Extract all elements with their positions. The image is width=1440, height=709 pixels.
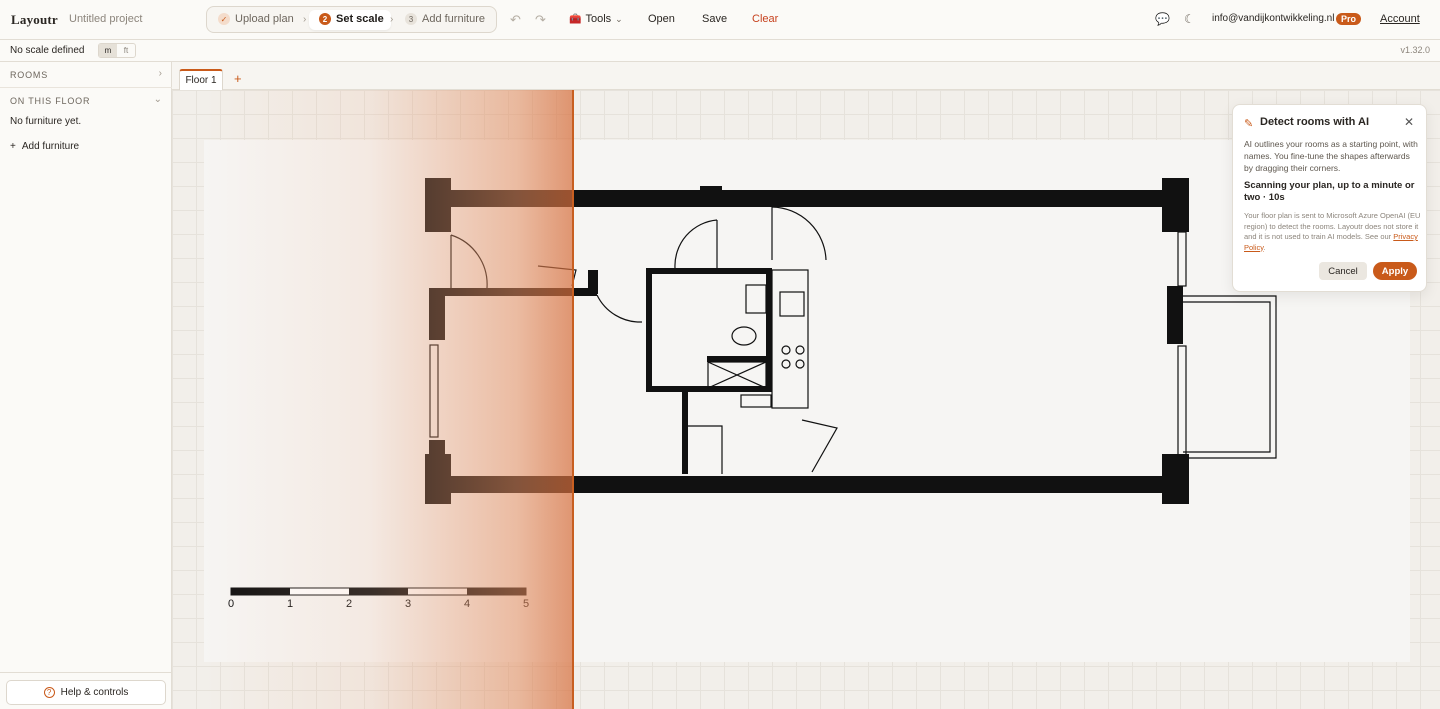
- sidebar: ROOMS › ON THIS FLOOR ⌄ No furniture yet…: [0, 62, 172, 709]
- user-email: info@vandijkontwikkeling.nl: [1212, 13, 1335, 24]
- help-label: Help & controls: [60, 687, 129, 698]
- rooms-title: ROOMS: [10, 70, 49, 80]
- step-label: Set scale: [336, 13, 384, 25]
- save-button[interactable]: Save: [702, 13, 727, 25]
- step-add-furniture[interactable]: 3 Add furniture: [405, 13, 485, 25]
- chevron-down-icon: ⌄: [153, 94, 162, 105]
- tab-floor-1[interactable]: Floor 1: [179, 69, 223, 90]
- workflow-stepper: ✓ Upload plan › 2 Set scale › 3 Add furn…: [206, 6, 497, 33]
- check-icon: ✓: [218, 13, 230, 25]
- unit-feet[interactable]: ft: [117, 44, 135, 57]
- close-icon[interactable]: ✕: [1404, 115, 1414, 129]
- clear-button[interactable]: Clear: [752, 13, 778, 25]
- empty-furniture-note: No furniture yet.: [10, 116, 82, 127]
- step-set-scale[interactable]: 2 Set scale: [319, 13, 384, 25]
- add-furniture-label: Add furniture: [21, 141, 80, 152]
- step-label: Upload plan: [235, 13, 294, 25]
- scale-status: No scale defined: [10, 45, 85, 56]
- rooms-section-header[interactable]: ROOMS ›: [0, 62, 172, 88]
- floor-tabs: Floor 1 +: [172, 62, 1440, 90]
- divider: [0, 672, 172, 673]
- plus-icon: +: [10, 141, 16, 152]
- add-floor-icon[interactable]: +: [234, 71, 242, 86]
- toolbox-icon: 🧰: [569, 13, 582, 25]
- privacy-end: .: [1263, 242, 1266, 252]
- unit-meters[interactable]: m: [99, 44, 117, 57]
- chevron-right-icon: ›: [390, 14, 394, 25]
- undo-icon[interactable]: ↶: [510, 12, 521, 28]
- magic-wand-icon: ✎: [1244, 118, 1254, 130]
- scan-overlay: [204, 90, 572, 709]
- cancel-button[interactable]: Cancel: [1319, 262, 1367, 280]
- ai-detect-panel: ✎ Detect rooms with AI ✕ AI outlines you…: [1232, 104, 1427, 292]
- help-icon: ?: [43, 687, 55, 698]
- app-version: v1.32.0: [1400, 45, 1430, 55]
- step-label: Add furniture: [422, 13, 485, 25]
- redo-icon[interactable]: ↷: [535, 12, 546, 28]
- chevron-right-icon: ›: [303, 14, 307, 25]
- project-name[interactable]: Untitled project: [69, 13, 142, 25]
- step-number: 2: [319, 13, 331, 25]
- chevron-down-icon: ⌄: [615, 13, 623, 24]
- feedback-icon[interactable]: 💬: [1155, 12, 1170, 26]
- floor-title: ON THIS FLOOR: [10, 96, 91, 106]
- scale-bar: No scale defined m ft v1.32.0: [0, 40, 1440, 62]
- floor-section-header[interactable]: ON THIS FLOOR ⌄: [0, 88, 172, 114]
- scan-line: [572, 90, 574, 709]
- account-link[interactable]: Account: [1380, 13, 1420, 25]
- ai-scan-status: Scanning your plan, up to a minute or tw…: [1244, 180, 1415, 203]
- tools-label: Tools: [585, 13, 612, 25]
- unit-toggle: m ft: [98, 43, 136, 58]
- tools-menu[interactable]: 🧰 Tools ⌄: [569, 13, 623, 25]
- apply-button[interactable]: Apply: [1373, 262, 1417, 280]
- open-button[interactable]: Open: [648, 13, 675, 25]
- help-controls-button[interactable]: ? Help & controls: [6, 680, 166, 705]
- step-upload-plan[interactable]: ✓ Upload plan: [218, 13, 294, 25]
- ai-privacy-note: Your floor plan is sent to Microsoft Azu…: [1244, 211, 1422, 253]
- chevron-right-icon: ›: [158, 68, 162, 79]
- pro-badge: Pro: [1336, 13, 1362, 25]
- add-furniture-button[interactable]: + Add furniture: [10, 141, 79, 152]
- ai-panel-description: AI outlines your rooms as a starting poi…: [1244, 139, 1418, 173]
- app-logo[interactable]: Layoutr: [11, 12, 58, 28]
- dark-mode-icon[interactable]: ☾: [1184, 12, 1195, 26]
- step-number: 3: [405, 13, 417, 25]
- top-bar: Layoutr Untitled project ✓ Upload plan ›…: [0, 0, 1440, 40]
- ai-panel-title: Detect rooms with AI: [1260, 116, 1369, 128]
